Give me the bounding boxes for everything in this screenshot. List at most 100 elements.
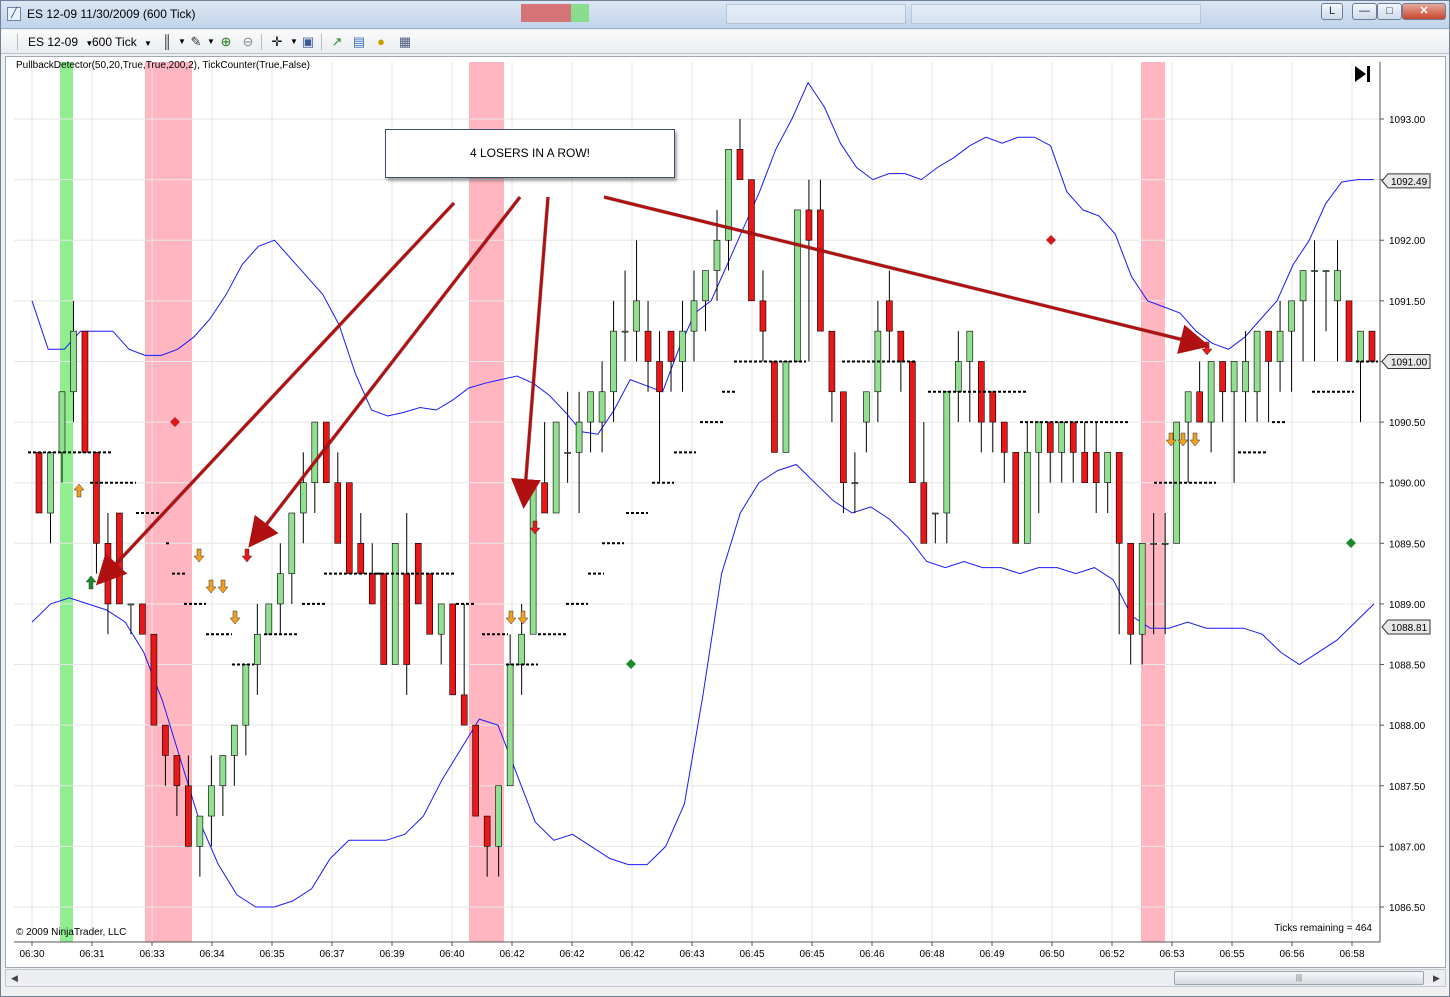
candle-down[interactable] bbox=[380, 573, 388, 665]
candle-down[interactable] bbox=[828, 330, 836, 393]
candle-up[interactable] bbox=[943, 391, 951, 514]
candle-up[interactable] bbox=[265, 603, 273, 635]
candle-up[interactable] bbox=[391, 543, 399, 665]
candle-up[interactable] bbox=[1288, 300, 1295, 332]
candle-up[interactable] bbox=[1023, 452, 1031, 544]
candle-down[interactable] bbox=[460, 694, 468, 726]
candle-up[interactable] bbox=[1058, 421, 1066, 453]
candle-down[interactable] bbox=[185, 785, 192, 847]
candle-down[interactable] bbox=[886, 300, 893, 332]
candle-down[interactable] bbox=[139, 603, 146, 635]
candle-up[interactable] bbox=[1184, 391, 1192, 423]
candle-down[interactable] bbox=[667, 330, 675, 362]
candle-up[interactable] bbox=[690, 300, 698, 332]
short-signal-arrow[interactable] bbox=[505, 610, 517, 625]
candle-down[interactable] bbox=[426, 573, 434, 635]
scroll-right-icon[interactable]: ▶ bbox=[1428, 970, 1445, 986]
candle-down[interactable] bbox=[345, 482, 353, 574]
candle-up[interactable] bbox=[782, 361, 790, 453]
candle-down[interactable] bbox=[656, 361, 663, 393]
annotation-callout[interactable]: 4 LOSERS IN A ROW! bbox=[385, 129, 675, 178]
signal-diamond[interactable] bbox=[1046, 235, 1056, 245]
candle-up[interactable] bbox=[127, 603, 135, 606]
candle-down[interactable] bbox=[736, 149, 744, 180]
signal-diamond[interactable] bbox=[1346, 538, 1356, 548]
short-entry-arrow[interactable] bbox=[241, 548, 253, 563]
candle-up[interactable] bbox=[1242, 361, 1249, 393]
candle-down[interactable] bbox=[173, 755, 181, 787]
candle-up[interactable] bbox=[932, 512, 939, 515]
candle-up[interactable] bbox=[587, 391, 594, 423]
candle-down[interactable] bbox=[759, 300, 767, 332]
candle-up[interactable] bbox=[219, 755, 227, 787]
candle-down[interactable] bbox=[541, 482, 548, 514]
candle-down[interactable] bbox=[1196, 391, 1203, 423]
go-to-end-icon[interactable] bbox=[1352, 63, 1374, 85]
short-signal-arrow[interactable] bbox=[517, 610, 529, 625]
candle-up[interactable] bbox=[1150, 543, 1157, 545]
candle-up[interactable] bbox=[196, 815, 204, 847]
chart-canvas[interactable]: 1093.001092.501092.001091.501091.001090.… bbox=[6, 57, 1447, 969]
zoom-out-icon[interactable]: ⊖ bbox=[239, 33, 257, 51]
short-signal-arrow[interactable] bbox=[1189, 432, 1201, 447]
candle-up[interactable] bbox=[70, 330, 77, 393]
interval-selector[interactable]: 600 Tick ▼ bbox=[92, 33, 152, 51]
candle-down[interactable] bbox=[1069, 421, 1077, 453]
candle-down[interactable] bbox=[1368, 330, 1376, 362]
candle-down[interactable] bbox=[449, 603, 456, 696]
candle-down[interactable] bbox=[1127, 543, 1134, 635]
maximize-button[interactable]: □ bbox=[1377, 3, 1402, 20]
candle-down[interactable] bbox=[1092, 452, 1100, 483]
candle-down[interactable] bbox=[771, 361, 778, 453]
candle-up[interactable] bbox=[575, 421, 583, 453]
title-bar[interactable]: ╱ ES 12-09 11/30/2009 (600 Tick) L — □ ✕ bbox=[1, 1, 1449, 29]
candle-down[interactable] bbox=[1345, 300, 1353, 362]
candle-up[interactable] bbox=[564, 452, 571, 454]
candle-up[interactable] bbox=[794, 209, 801, 362]
candle-up[interactable] bbox=[1035, 421, 1043, 453]
candle-up[interactable] bbox=[231, 724, 238, 756]
candle-up[interactable] bbox=[1138, 543, 1146, 635]
candle-up[interactable] bbox=[863, 391, 870, 423]
candle-down[interactable] bbox=[817, 209, 824, 332]
candle-up[interactable] bbox=[58, 391, 66, 453]
candle-up[interactable] bbox=[529, 482, 537, 635]
close-button[interactable]: ✕ bbox=[1402, 3, 1446, 20]
candle-up[interactable] bbox=[955, 361, 962, 393]
short-signal-arrow[interactable] bbox=[193, 548, 205, 563]
candle-down[interactable] bbox=[162, 724, 169, 756]
candle-down[interactable] bbox=[920, 482, 928, 544]
candle-down[interactable] bbox=[93, 452, 100, 544]
candle-down[interactable] bbox=[1000, 421, 1008, 453]
candle-up[interactable] bbox=[1334, 270, 1341, 302]
candle-down[interactable] bbox=[1046, 421, 1054, 453]
short-signal-arrow[interactable] bbox=[217, 579, 229, 594]
scroll-left-icon[interactable]: ◀ bbox=[6, 970, 23, 986]
candle-up[interactable] bbox=[518, 633, 525, 665]
candle-down[interactable] bbox=[644, 330, 652, 362]
short-signal-arrow[interactable] bbox=[229, 610, 241, 625]
candle-down[interactable] bbox=[1012, 452, 1020, 544]
candle-down[interactable] bbox=[81, 330, 89, 453]
candle-up[interactable] bbox=[1276, 330, 1284, 362]
candle-down[interactable] bbox=[403, 573, 411, 665]
short-signal-arrow[interactable] bbox=[205, 579, 217, 594]
candle-down[interactable] bbox=[334, 482, 342, 544]
candle-up[interactable] bbox=[300, 482, 307, 514]
candle-down[interactable] bbox=[150, 633, 158, 726]
candle-up[interactable] bbox=[552, 421, 560, 514]
candle-down[interactable] bbox=[1219, 361, 1226, 393]
candle-down[interactable] bbox=[1265, 330, 1272, 362]
scrollbar-thumb[interactable]: ||| bbox=[1174, 971, 1424, 985]
data-box-icon[interactable]: ▦ bbox=[396, 33, 414, 51]
candle-down[interactable] bbox=[805, 209, 813, 241]
candle-up[interactable] bbox=[598, 391, 606, 423]
candle-down[interactable] bbox=[357, 543, 365, 574]
candle-up[interactable] bbox=[208, 785, 215, 817]
long-entry-arrow[interactable] bbox=[85, 575, 97, 590]
candle-down[interactable] bbox=[483, 815, 491, 847]
candle-up[interactable] bbox=[1230, 361, 1238, 393]
candle-up[interactable] bbox=[288, 512, 296, 574]
candle-down[interactable] bbox=[35, 452, 43, 514]
candle-down[interactable] bbox=[368, 573, 376, 605]
